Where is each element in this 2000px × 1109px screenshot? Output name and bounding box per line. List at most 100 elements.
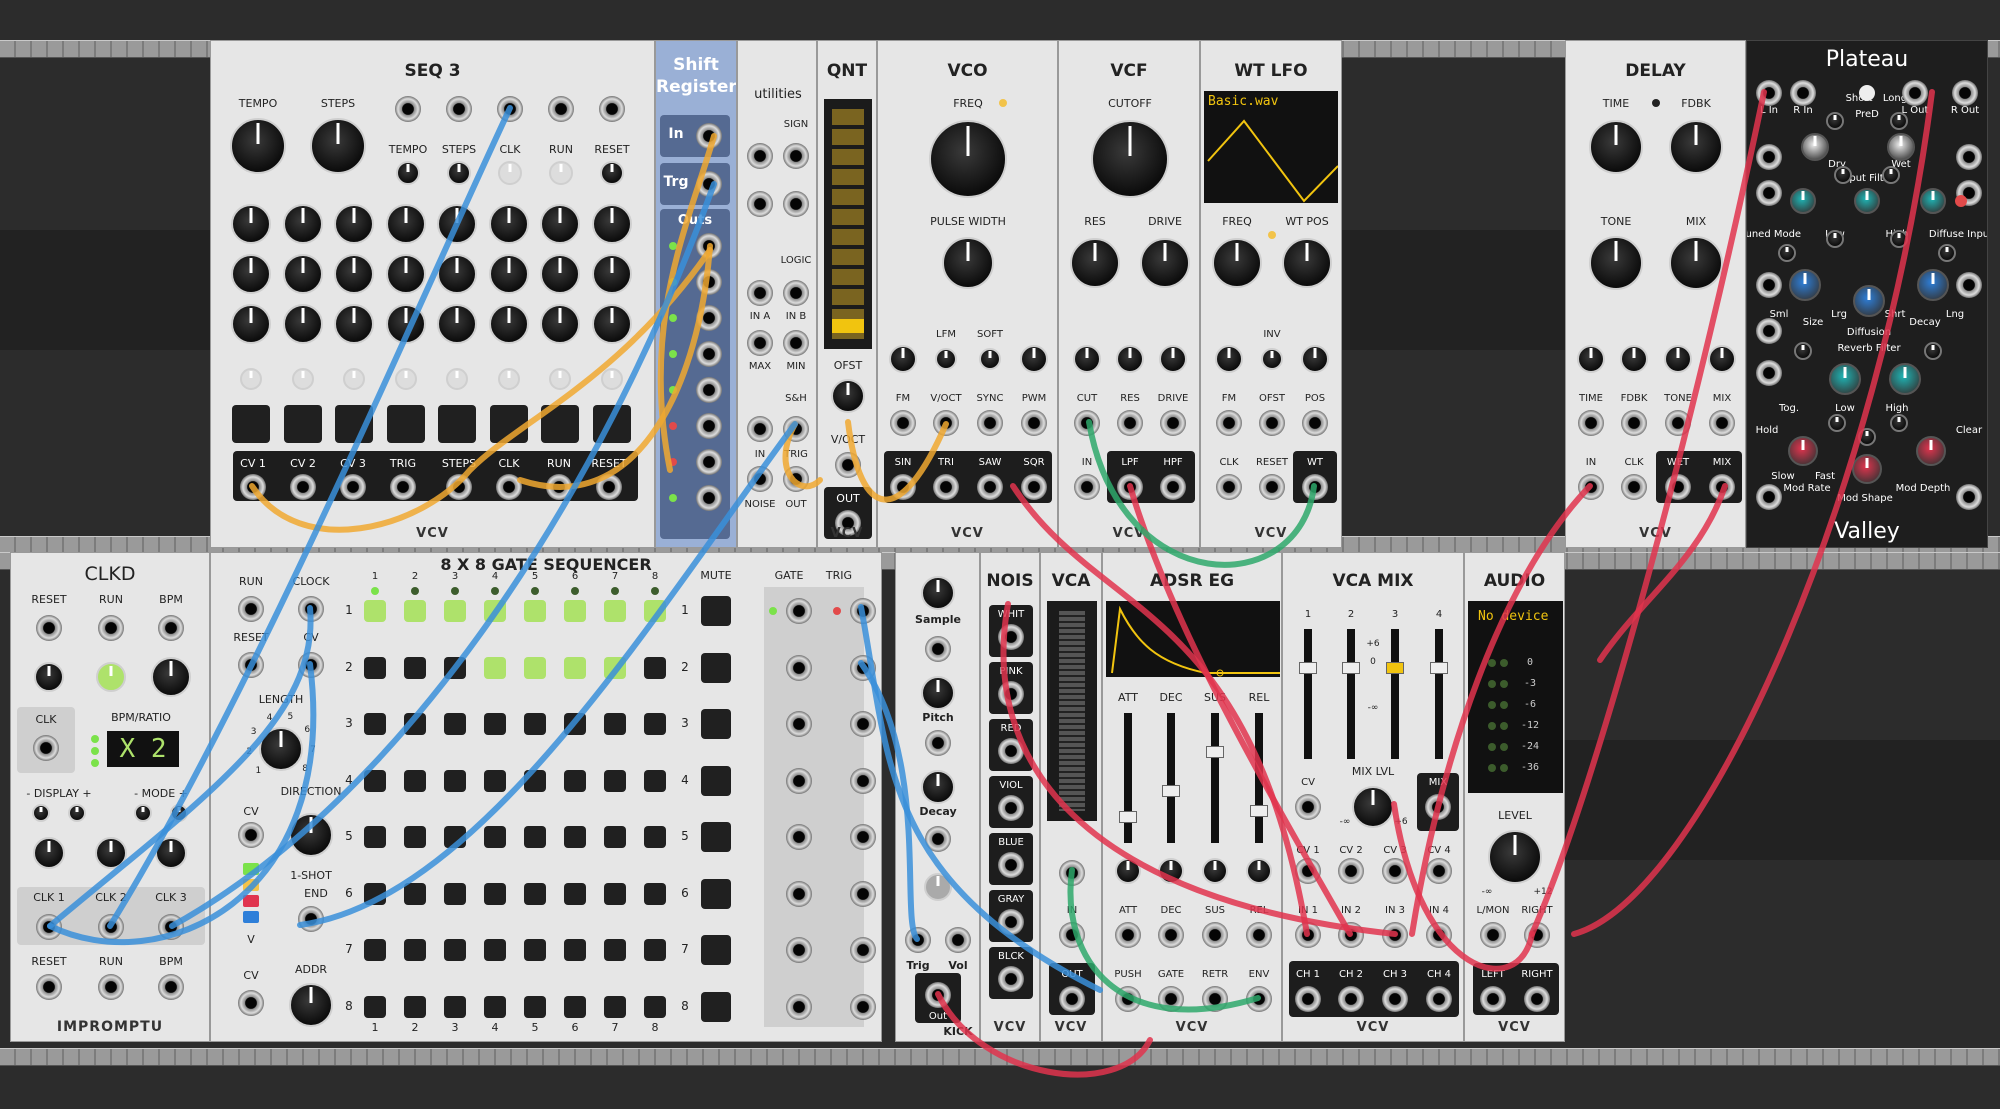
cv2-output-jack[interactable] bbox=[290, 474, 316, 500]
gate-button[interactable] bbox=[343, 368, 365, 390]
bottom-jack[interactable] bbox=[1158, 986, 1184, 1012]
gate-cell[interactable] bbox=[564, 600, 586, 622]
reset-jack[interactable] bbox=[599, 96, 625, 122]
reset-jack[interactable] bbox=[1259, 474, 1285, 500]
gate-cell[interactable] bbox=[564, 939, 586, 961]
res-knob[interactable] bbox=[1070, 238, 1120, 288]
device-name[interactable]: No device bbox=[1478, 609, 1548, 624]
shift-output-jack[interactable] bbox=[696, 305, 722, 331]
gate-cell[interactable] bbox=[524, 769, 546, 792]
drive-jack[interactable] bbox=[1160, 410, 1186, 436]
gate-button[interactable] bbox=[497, 368, 520, 390]
plateau-jack[interactable] bbox=[1956, 144, 1982, 170]
plateau-knob[interactable] bbox=[1887, 133, 1915, 161]
step-knob[interactable] bbox=[231, 204, 271, 244]
gate-cell[interactable] bbox=[484, 713, 506, 735]
noise-output-jack[interactable] bbox=[998, 624, 1024, 650]
step-knob[interactable] bbox=[540, 204, 580, 244]
mix-out-jack[interactable] bbox=[1709, 474, 1735, 500]
freq-knob[interactable] bbox=[929, 120, 1007, 198]
decay-knob[interactable] bbox=[921, 770, 955, 804]
master-knob[interactable] bbox=[151, 657, 191, 697]
fdbk-cv-knob[interactable] bbox=[1620, 345, 1648, 373]
gate-cell[interactable] bbox=[564, 882, 586, 905]
gate-cell[interactable] bbox=[644, 600, 666, 622]
plateau-jack[interactable] bbox=[1902, 80, 1928, 106]
trig-jack[interactable] bbox=[905, 927, 931, 953]
step-knob[interactable] bbox=[334, 204, 374, 244]
gate-cell[interactable] bbox=[604, 656, 626, 679]
plateau-trimpot[interactable] bbox=[1882, 166, 1900, 184]
shift-output-jack[interactable] bbox=[696, 449, 722, 475]
min-jack[interactable] bbox=[783, 330, 809, 356]
fm-jack[interactable] bbox=[890, 410, 916, 436]
channel-in-jack[interactable] bbox=[1426, 922, 1452, 948]
right-out-jack[interactable] bbox=[1524, 986, 1550, 1012]
gate-cell[interactable] bbox=[444, 600, 466, 622]
gate-output-jack[interactable] bbox=[786, 824, 812, 850]
res-cv-knob[interactable] bbox=[1116, 345, 1144, 373]
plateau-knob[interactable] bbox=[1788, 436, 1818, 466]
plateau-knob[interactable] bbox=[1789, 269, 1821, 301]
plateau-knob[interactable] bbox=[1829, 363, 1861, 395]
plateau-trimpot[interactable] bbox=[1858, 428, 1876, 446]
shift-output-jack[interactable] bbox=[696, 233, 722, 259]
res-jack[interactable] bbox=[1117, 410, 1143, 436]
plateau-jack[interactable] bbox=[1756, 80, 1782, 106]
mode-selector-button[interactable] bbox=[243, 863, 259, 875]
plateau-knob[interactable] bbox=[1852, 454, 1882, 484]
gate-button[interactable] bbox=[240, 368, 262, 390]
drive-knob[interactable] bbox=[1140, 238, 1190, 288]
gate-cell[interactable] bbox=[364, 826, 386, 848]
gate-cell[interactable] bbox=[604, 826, 626, 848]
envelope-slider[interactable] bbox=[1124, 713, 1132, 843]
plateau-knob[interactable] bbox=[1790, 188, 1816, 214]
reset-button[interactable] bbox=[600, 161, 624, 185]
gate-cell[interactable] bbox=[524, 826, 546, 848]
step-knob[interactable] bbox=[488, 254, 529, 294]
display-minus-button[interactable] bbox=[32, 804, 50, 822]
run-jack[interactable] bbox=[238, 596, 264, 622]
pwm-jack[interactable] bbox=[1021, 410, 1047, 436]
clk-jack[interactable] bbox=[497, 96, 523, 122]
sin-out-jack[interactable] bbox=[890, 474, 916, 500]
plateau-jack[interactable] bbox=[1956, 272, 1982, 298]
fdbk-jack[interactable] bbox=[1621, 410, 1647, 436]
lmon-in-jack[interactable] bbox=[1480, 922, 1506, 948]
time-jack[interactable] bbox=[1578, 410, 1604, 436]
gate-cell[interactable] bbox=[444, 826, 466, 848]
gate-cell[interactable] bbox=[404, 656, 426, 679]
plateau-knob[interactable] bbox=[1916, 436, 1946, 466]
gate-button[interactable] bbox=[394, 368, 417, 390]
cv1-output-jack[interactable] bbox=[240, 474, 266, 500]
noise-output-jack[interactable] bbox=[998, 681, 1024, 707]
mode-plus-button[interactable] bbox=[170, 804, 188, 822]
gate-cell[interactable] bbox=[604, 713, 626, 735]
gate-cell[interactable] bbox=[364, 882, 386, 905]
trig-output-jack[interactable] bbox=[850, 598, 876, 624]
lfm-switch[interactable] bbox=[935, 348, 957, 370]
clk2-ratio-knob[interactable] bbox=[95, 837, 127, 869]
shift-output-jack[interactable] bbox=[696, 341, 722, 367]
envelope-slider[interactable] bbox=[1167, 713, 1175, 843]
length-knob[interactable] bbox=[259, 727, 303, 771]
ofst-knob[interactable] bbox=[831, 379, 865, 413]
vol-jack[interactable] bbox=[945, 927, 971, 953]
plateau-trimpot[interactable] bbox=[1778, 244, 1796, 262]
mix-level-knob[interactable] bbox=[1352, 786, 1394, 828]
run-button[interactable] bbox=[96, 662, 126, 692]
step-knob[interactable] bbox=[488, 304, 529, 344]
pitch-cv-jack[interactable] bbox=[925, 730, 951, 756]
gate-cell[interactable] bbox=[524, 713, 546, 735]
gate-cell[interactable] bbox=[564, 995, 586, 1018]
plateau-knob[interactable] bbox=[1920, 188, 1946, 214]
noise-output-jack[interactable] bbox=[998, 966, 1024, 992]
reset-out-jack[interactable] bbox=[36, 974, 62, 1000]
step-knob[interactable] bbox=[591, 204, 632, 244]
decay-cv-jack[interactable] bbox=[925, 826, 951, 852]
mute-button[interactable] bbox=[701, 878, 731, 909]
step-gate-output[interactable] bbox=[438, 405, 476, 443]
gate-cell[interactable] bbox=[364, 939, 386, 961]
channel-out-jack[interactable] bbox=[1338, 986, 1364, 1012]
plateau-jack[interactable] bbox=[1756, 318, 1782, 344]
